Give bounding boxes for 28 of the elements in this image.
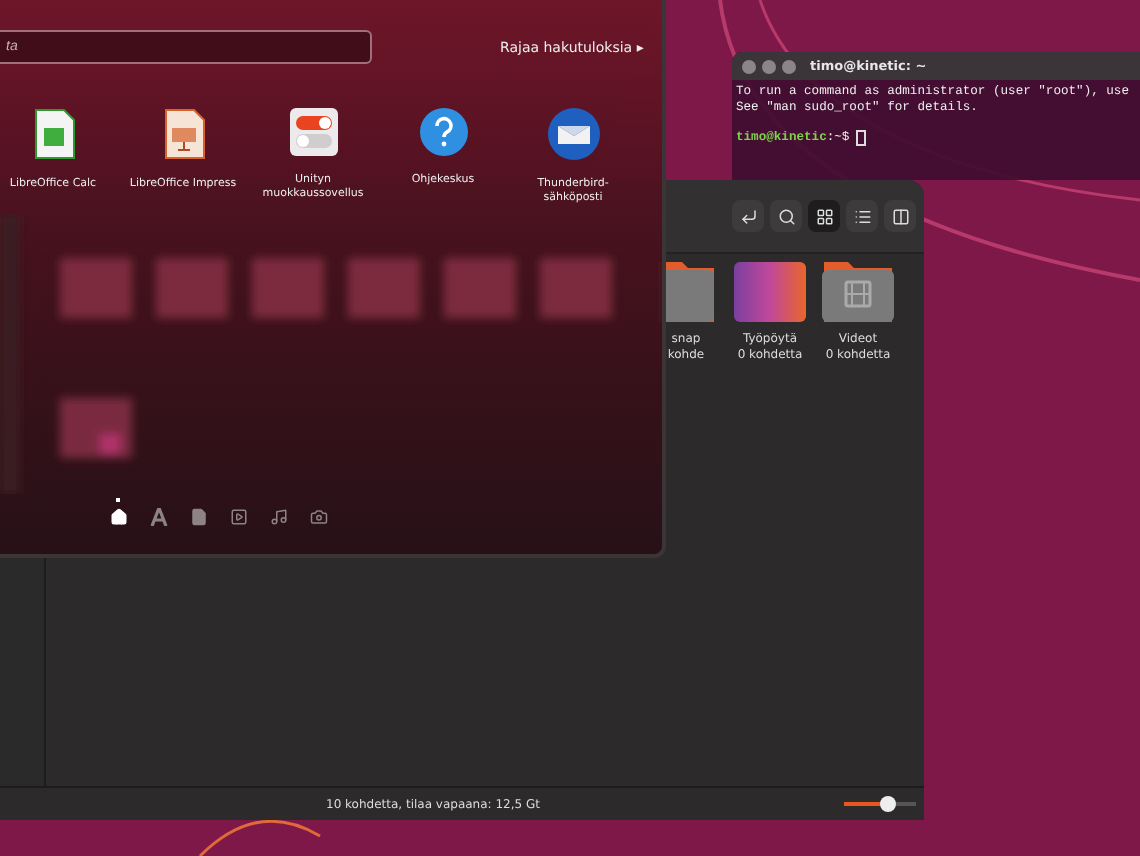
minimize-icon[interactable] [762, 59, 776, 73]
file-icon [189, 508, 207, 526]
help-icon [419, 108, 467, 156]
maximize-icon[interactable] [782, 59, 796, 73]
home-icon [109, 508, 127, 526]
toolbar-button[interactable] [770, 200, 802, 232]
search-icon [777, 207, 795, 225]
toolbar-button[interactable] [846, 200, 878, 232]
toolbar-button[interactable] [884, 200, 916, 232]
slider-thumb[interactable] [880, 796, 897, 812]
close-icon[interactable] [742, 59, 756, 73]
grid-icon [815, 207, 833, 225]
presentation-icon [161, 108, 205, 160]
text-cursor [855, 130, 866, 146]
spreadsheet-icon [31, 108, 75, 160]
toolbar-button[interactable] [732, 200, 764, 232]
video-folder-icon [822, 262, 894, 322]
camera-icon [309, 508, 327, 526]
folder-icon [734, 262, 806, 322]
toggle-switches-icon [289, 108, 337, 156]
columns-icon [891, 207, 909, 225]
return-icon [739, 207, 757, 225]
video-icon [229, 508, 247, 526]
music-icon [269, 508, 287, 526]
letter-a-icon [149, 508, 167, 526]
envelope-icon [547, 108, 599, 160]
toolbar-button[interactable] [808, 200, 840, 232]
list-icon [853, 207, 871, 225]
